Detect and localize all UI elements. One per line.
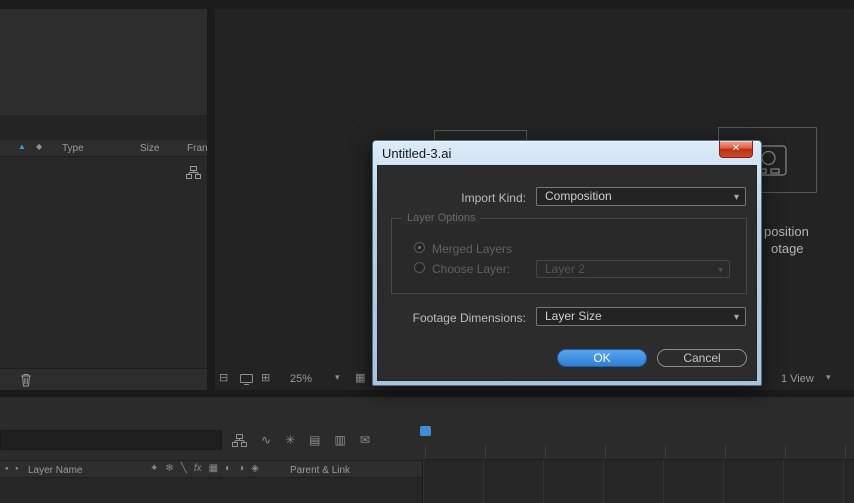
chevron-down-icon: ▾ (717, 265, 723, 276)
dialog-title: Untitled-3.ai (382, 146, 452, 161)
cancel-button[interactable]: Cancel (657, 349, 747, 367)
tag-icon[interactable]: ◆ (36, 143, 42, 151)
timeline-search-field[interactable] (0, 430, 222, 450)
composition-flowchart-icon (186, 166, 201, 179)
import-kind-label: Import Kind: (461, 191, 526, 205)
graph-editor-icon[interactable]: ∿ (261, 434, 271, 446)
timeline-columns-header: ● ● Layer Name ✦ ❄ ╲ fx ▦ ◐ ◑ ◈ Parent &… (0, 460, 422, 478)
cube-3d-icon[interactable]: ◈ (251, 464, 259, 474)
frame-blend-icon[interactable]: ❄ (165, 464, 173, 474)
dialog-body: Import Kind: Composition ▾ Layer Options… (377, 165, 757, 381)
trash-icon[interactable] (20, 373, 32, 387)
layer-options-label: Layer Options (402, 212, 481, 224)
project-panel: ▲ ◆ Type Size Fran (0, 9, 208, 390)
footage-option-label: otage (771, 241, 804, 256)
chevron-down-icon: ▾ (733, 192, 739, 203)
timeline-ruler[interactable] (425, 445, 854, 460)
column-header-frame[interactable]: Fran (187, 143, 208, 154)
choose-layer-radio[interactable] (414, 262, 425, 273)
footage-dimensions-dropdown[interactable]: Layer Size ▾ (536, 307, 746, 326)
adjustment-layer-icon[interactable]: ◑ (238, 464, 244, 474)
project-panel-divider (0, 115, 207, 140)
choose-layer-value: Layer 2 (545, 262, 586, 276)
choose-layer-dropdown[interactable]: Layer 2 ▾ (536, 260, 730, 278)
zoom-chevron-icon[interactable]: ▾ (335, 373, 340, 382)
comp-mini-flowchart-icon[interactable] (232, 433, 247, 447)
transfer-controls-icon[interactable]: ▥ (334, 434, 345, 446)
project-panel-footer (0, 368, 207, 390)
timeline-track-area[interactable] (422, 460, 854, 503)
fx-icon[interactable]: fx (194, 464, 202, 474)
motion-blur-icon[interactable]: ◐ (225, 464, 231, 474)
sort-ascending-icon[interactable]: ▲ (18, 143, 26, 151)
zoom-level-dropdown[interactable]: 25% (290, 373, 312, 385)
grid-guides-icon[interactable]: ▦ (355, 373, 365, 384)
timeline-panel: ∿ ✳ ▤ ▥ ✉ ● ● Layer Name ✦ ❄ ╲ fx ▦ ◐ ◑ … (0, 397, 854, 503)
draft-3d-icon[interactable]: ✳ (285, 434, 295, 446)
import-kind-dropdown[interactable]: Composition ▾ (536, 187, 746, 206)
current-time-indicator[interactable] (420, 426, 431, 436)
close-button[interactable]: ✕ (719, 141, 753, 158)
ok-button[interactable]: OK (557, 349, 647, 367)
column-layer-name[interactable]: Layer Name (28, 465, 82, 476)
app-top-strip (0, 0, 854, 9)
shy-icon[interactable]: ✦ (150, 464, 158, 474)
composition-option-label: position (764, 224, 809, 239)
dual-view-icon[interactable]: ⊞ (261, 373, 270, 384)
quality-icon[interactable]: ╲ (181, 464, 187, 474)
after-effects-window: { "dialog": { "title": "Untitled-3.ai", … (0, 0, 854, 503)
label-color-icon[interactable]: ● (15, 466, 19, 472)
monitor-icon[interactable] (240, 374, 253, 385)
layer-switches-columns: ✦ ❄ ╲ fx ▦ ◐ ◑ ◈ (150, 464, 259, 474)
timeline-toolbar: ∿ ✳ ▤ ▥ ✉ (232, 432, 370, 448)
chevron-down-icon: ▾ (733, 312, 739, 323)
column-parent-link[interactable]: Parent & Link (290, 465, 350, 476)
render-queue-icon[interactable]: ✉ (360, 434, 370, 446)
merged-layers-label: Merged Layers (432, 242, 513, 256)
project-columns-header: ▲ ◆ Type Size Fran (0, 140, 208, 157)
view-layout-chevron-icon[interactable]: ▾ (826, 373, 831, 382)
column-header-size[interactable]: Size (140, 143, 159, 154)
view-layout-dropdown[interactable]: 1 View (781, 373, 814, 385)
project-items-list[interactable] (0, 157, 207, 368)
choose-layer-label: Choose Layer: (432, 262, 511, 276)
footage-dimensions-label: Footage Dimensions: (412, 311, 526, 325)
import-dialog: Untitled-3.ai ✕ Import Kind: Composition… (372, 140, 762, 386)
layer-options-group: Layer Options Merged Layers Choose Layer… (391, 212, 747, 294)
project-preview-area (0, 9, 207, 115)
footage-dimensions-value: Layer Size (545, 309, 602, 323)
frame-blending-icon[interactable]: ▦ (209, 464, 218, 474)
av-features-icon[interactable]: ● (5, 466, 9, 472)
panel-options-icon[interactable]: ⊟ (219, 373, 228, 384)
column-header-type[interactable]: Type (62, 143, 84, 154)
import-kind-value: Composition (545, 189, 612, 203)
merged-layers-radio[interactable] (414, 242, 425, 253)
layer-switches-icon[interactable]: ▤ (309, 434, 320, 446)
timeline-layer-rows[interactable] (0, 478, 422, 503)
